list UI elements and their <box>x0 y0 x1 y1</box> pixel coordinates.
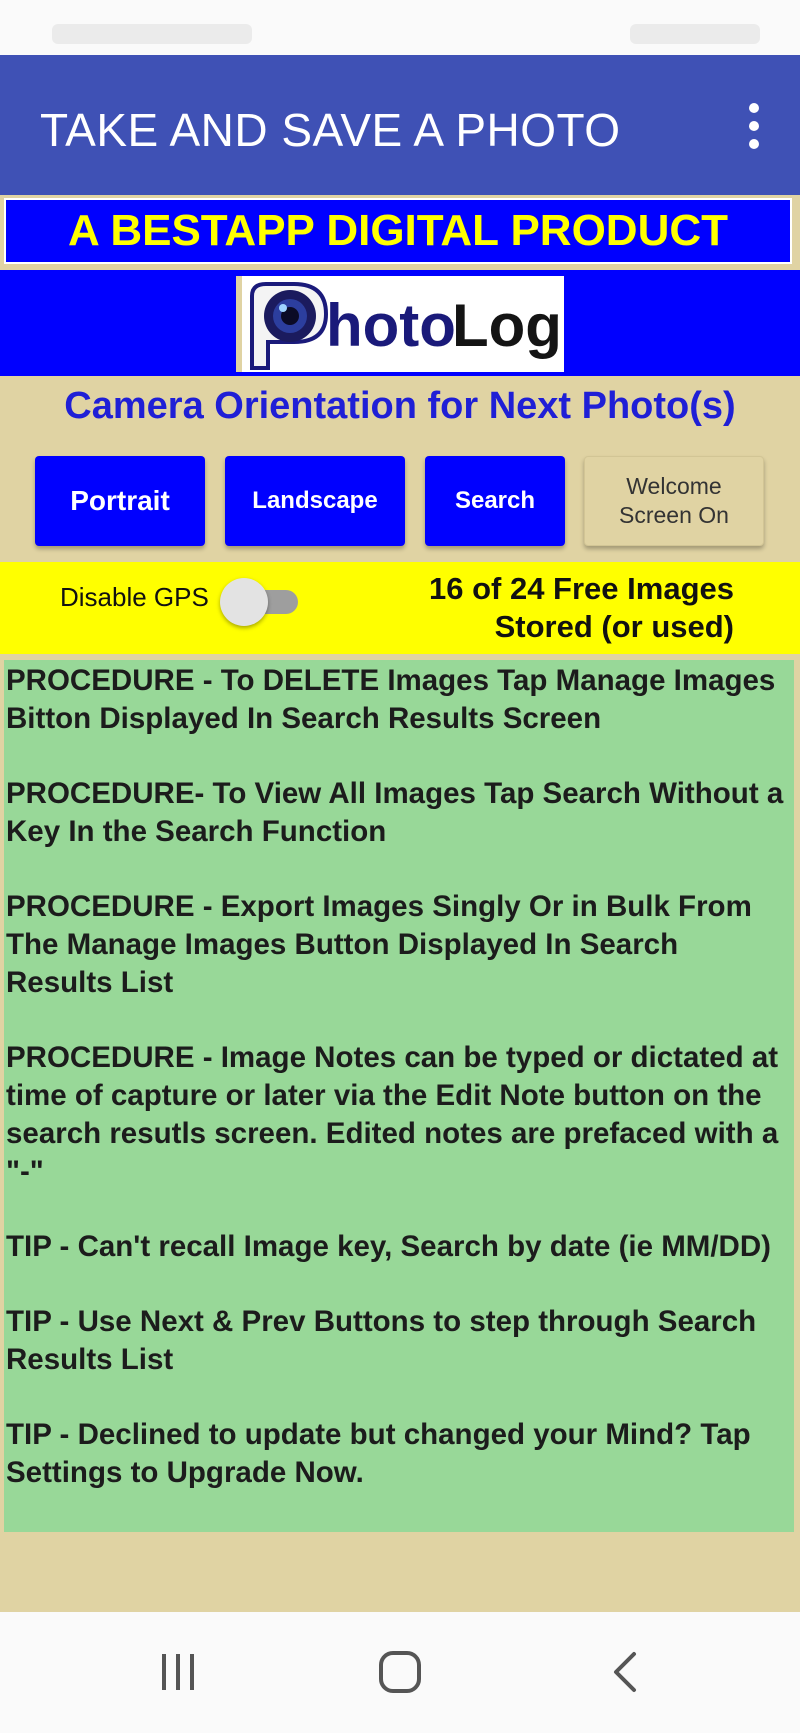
app-bar: TAKE AND SAVE A PHOTO <box>0 55 800 195</box>
disable-gps-switch[interactable] <box>220 576 300 626</box>
image-count: 16 of 24 Free Images Stored (or used) <box>429 570 734 646</box>
recent-apps-icon[interactable] <box>156 1650 200 1694</box>
status-bar <box>0 0 800 55</box>
more-vert-icon[interactable] <box>744 103 764 149</box>
logo-text-left: hoto <box>326 292 456 359</box>
welcome-button-line1: Welcome <box>626 473 722 499</box>
disable-gps-label: Disable GPS <box>60 582 209 612</box>
back-icon[interactable] <box>604 1650 648 1694</box>
welcome-button-line2: Screen On <box>619 502 729 528</box>
tip-item: TIP - Can't recall Image key, Search by … <box>6 1230 771 1263</box>
switch-thumb <box>220 578 268 626</box>
tip-item: TIP - Declined to update but changed you… <box>6 1418 751 1489</box>
welcome-screen-toggle-button[interactable]: Welcome Screen On <box>584 456 764 546</box>
camera-lens-icon <box>264 290 316 342</box>
logo-strip: hoto Log <box>0 270 800 376</box>
tip-item: PROCEDURE - Image Notes can be typed or … <box>6 1041 779 1188</box>
tips-panel: PROCEDURE - To DELETE Images Tap Manage … <box>4 660 794 1532</box>
tip-item: TIP - Use Next & Prev Buttons to step th… <box>6 1305 757 1376</box>
tip-item: PROCEDURE- To View All Images Tap Search… <box>6 777 784 848</box>
search-button[interactable]: Search <box>425 456 565 546</box>
logo-graphic: hoto Log <box>250 282 562 370</box>
image-count-line2: Stored (or used) <box>494 609 734 644</box>
system-nav-bar <box>0 1612 800 1733</box>
app-title: TAKE AND SAVE A PHOTO <box>40 104 621 156</box>
portrait-button[interactable]: Portrait <box>35 456 205 546</box>
landscape-button[interactable]: Landscape <box>225 456 405 546</box>
tip-item: PROCEDURE - Export Images Singly Or in B… <box>6 890 752 999</box>
status-bar-clock-blurred <box>52 24 252 44</box>
orientation-title: Camera Orientation for Next Photo(s) <box>64 385 736 427</box>
photolog-logo: hoto Log <box>236 276 564 372</box>
product-banner: A BESTAPP DIGITAL PRODUCT <box>4 198 792 264</box>
home-icon[interactable] <box>378 1650 422 1694</box>
image-count-line1: 16 of 24 Free Images <box>429 571 734 606</box>
logo-text-right: Log <box>452 292 562 359</box>
tip-item: PROCEDURE - To DELETE Images Tap Manage … <box>6 664 776 735</box>
status-bar-battery-blurred <box>630 24 760 44</box>
gps-bar: Disable GPS 16 of 24 Free Images Stored … <box>0 562 800 654</box>
